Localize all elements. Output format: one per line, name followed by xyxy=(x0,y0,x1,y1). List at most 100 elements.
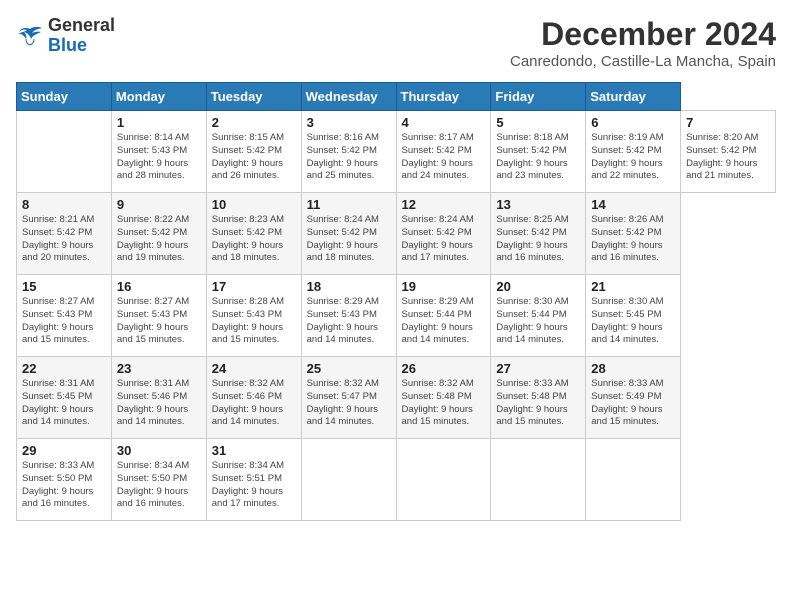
day-number: 22 xyxy=(22,361,106,376)
calendar-cell: 3 Sunrise: 8:16 AM Sunset: 5:42 PM Daylig… xyxy=(301,111,396,193)
day-number: 19 xyxy=(402,279,486,294)
cell-content: Sunrise: 8:33 AM Sunset: 5:48 PM Dayligh… xyxy=(496,378,580,429)
day-number: 27 xyxy=(496,361,580,376)
calendar-cell: 13 Sunrise: 8:25 AM Sunset: 5:42 PM Dayli… xyxy=(491,193,586,275)
calendar-cell xyxy=(396,439,491,521)
cell-content: Sunrise: 8:33 AM Sunset: 5:50 PM Dayligh… xyxy=(22,460,106,511)
day-number: 16 xyxy=(117,279,201,294)
day-number: 17 xyxy=(212,279,296,294)
calendar-cell: 17Sunrise: 8:28 AM Sunset: 5:43 PM Dayli… xyxy=(206,275,301,357)
day-number: 4 xyxy=(402,115,486,130)
day-number: 7 xyxy=(686,115,770,130)
day-number: 1 xyxy=(117,115,201,130)
calendar-cell: 31 Sunrise: 8:34 AM Sunset: 5:51 PM Dayli… xyxy=(206,439,301,521)
day-number: 31 xyxy=(212,443,296,458)
week-row-3: 15Sunrise: 8:27 AM Sunset: 5:43 PM Dayli… xyxy=(17,275,776,357)
day-number: 5 xyxy=(496,115,580,130)
calendar-cell: 10Sunrise: 8:23 AM Sunset: 5:42 PM Dayli… xyxy=(206,193,301,275)
day-header-monday: Monday xyxy=(111,83,206,111)
calendar-cell: 8 Sunrise: 8:21 AM Sunset: 5:42 PM Daylig… xyxy=(17,193,112,275)
calendar-cell: 22 Sunrise: 8:31 AM Sunset: 5:45 PM Dayli… xyxy=(17,357,112,439)
cell-content: Sunrise: 8:16 AM Sunset: 5:42 PM Dayligh… xyxy=(307,132,391,183)
calendar-body: 1Sunrise: 8:14 AM Sunset: 5:43 PM Daylig… xyxy=(17,111,776,521)
cell-content: Sunrise: 8:27 AM Sunset: 5:43 PM Dayligh… xyxy=(117,296,201,347)
cell-content: Sunrise: 8:25 AM Sunset: 5:42 PM Dayligh… xyxy=(496,214,580,265)
calendar-cell: 9Sunrise: 8:22 AM Sunset: 5:42 PM Daylig… xyxy=(111,193,206,275)
calendar-cell: 5 Sunrise: 8:18 AM Sunset: 5:42 PM Daylig… xyxy=(491,111,586,193)
day-number: 29 xyxy=(22,443,106,458)
logo: General Blue xyxy=(16,16,115,56)
cell-content: Sunrise: 8:32 AM Sunset: 5:47 PM Dayligh… xyxy=(307,378,391,429)
day-number: 24 xyxy=(212,361,296,376)
cell-content: Sunrise: 8:31 AM Sunset: 5:45 PM Dayligh… xyxy=(22,378,106,429)
calendar-cell: 24 Sunrise: 8:32 AM Sunset: 5:46 PM Dayli… xyxy=(206,357,301,439)
day-number: 8 xyxy=(22,197,106,212)
day-number: 12 xyxy=(402,197,486,212)
cell-content: Sunrise: 8:18 AM Sunset: 5:42 PM Dayligh… xyxy=(496,132,580,183)
day-number: 20 xyxy=(496,279,580,294)
calendar-cell: 1Sunrise: 8:14 AM Sunset: 5:43 PM Daylig… xyxy=(111,111,206,193)
cell-content: Sunrise: 8:19 AM Sunset: 5:42 PM Dayligh… xyxy=(591,132,675,183)
calendar-cell: 25Sunrise: 8:32 AM Sunset: 5:47 PM Dayli… xyxy=(301,357,396,439)
calendar-cell: 29 Sunrise: 8:33 AM Sunset: 5:50 PM Dayli… xyxy=(17,439,112,521)
cell-content: Sunrise: 8:29 AM Sunset: 5:44 PM Dayligh… xyxy=(402,296,486,347)
day-header-tuesday: Tuesday xyxy=(206,83,301,111)
cell-content: Sunrise: 8:20 AM Sunset: 5:42 PM Dayligh… xyxy=(686,132,770,183)
day-number: 28 xyxy=(591,361,675,376)
cell-content: Sunrise: 8:21 AM Sunset: 5:42 PM Dayligh… xyxy=(22,214,106,265)
calendar-cell: 2Sunrise: 8:15 AM Sunset: 5:42 PM Daylig… xyxy=(206,111,301,193)
calendar-cell: 27 Sunrise: 8:33 AM Sunset: 5:48 PM Dayli… xyxy=(491,357,586,439)
day-number: 30 xyxy=(117,443,201,458)
calendar-cell: 7 Sunrise: 8:20 AM Sunset: 5:42 PM Daylig… xyxy=(681,111,776,193)
calendar-cell: 21Sunrise: 8:30 AM Sunset: 5:45 PM Dayli… xyxy=(586,275,681,357)
day-number: 9 xyxy=(117,197,201,212)
calendar-cell: 4 Sunrise: 8:17 AM Sunset: 5:42 PM Daylig… xyxy=(396,111,491,193)
day-header-saturday: Saturday xyxy=(586,83,681,111)
calendar-cell: 16 Sunrise: 8:27 AM Sunset: 5:43 PM Dayli… xyxy=(111,275,206,357)
calendar-cell: 15Sunrise: 8:27 AM Sunset: 5:43 PM Dayli… xyxy=(17,275,112,357)
day-number: 11 xyxy=(307,197,391,212)
cell-content: Sunrise: 8:34 AM Sunset: 5:51 PM Dayligh… xyxy=(212,460,296,511)
location-title: Canredondo, Castille-La Mancha, Spain xyxy=(510,53,776,70)
cell-content: Sunrise: 8:34 AM Sunset: 5:50 PM Dayligh… xyxy=(117,460,201,511)
calendar-cell: 14 Sunrise: 8:26 AM Sunset: 5:42 PM Dayli… xyxy=(586,193,681,275)
day-number: 14 xyxy=(591,197,675,212)
day-number: 26 xyxy=(402,361,486,376)
calendar-cell: 28Sunrise: 8:33 AM Sunset: 5:49 PM Dayli… xyxy=(586,357,681,439)
week-row-5: 29 Sunrise: 8:33 AM Sunset: 5:50 PM Dayli… xyxy=(17,439,776,521)
cell-content: Sunrise: 8:24 AM Sunset: 5:42 PM Dayligh… xyxy=(402,214,486,265)
day-number: 21 xyxy=(591,279,675,294)
day-number: 2 xyxy=(212,115,296,130)
cell-content: Sunrise: 8:27 AM Sunset: 5:43 PM Dayligh… xyxy=(22,296,106,347)
cell-content: Sunrise: 8:31 AM Sunset: 5:46 PM Dayligh… xyxy=(117,378,201,429)
cell-content: Sunrise: 8:30 AM Sunset: 5:44 PM Dayligh… xyxy=(496,296,580,347)
calendar-cell xyxy=(491,439,586,521)
calendar-cell: 18 Sunrise: 8:29 AM Sunset: 5:43 PM Dayli… xyxy=(301,275,396,357)
calendar-cell: 26Sunrise: 8:32 AM Sunset: 5:48 PM Dayli… xyxy=(396,357,491,439)
day-number: 10 xyxy=(212,197,296,212)
day-header-friday: Friday xyxy=(491,83,586,111)
week-row-1: 1Sunrise: 8:14 AM Sunset: 5:43 PM Daylig… xyxy=(17,111,776,193)
calendar-cell: 12 Sunrise: 8:24 AM Sunset: 5:42 PM Dayli… xyxy=(396,193,491,275)
calendar-header-row: SundayMondayTuesdayWednesdayThursdayFrid… xyxy=(17,83,776,111)
calendar-cell: 6 Sunrise: 8:19 AM Sunset: 5:42 PM Daylig… xyxy=(586,111,681,193)
cell-content: Sunrise: 8:24 AM Sunset: 5:42 PM Dayligh… xyxy=(307,214,391,265)
day-number: 3 xyxy=(307,115,391,130)
calendar-cell xyxy=(17,111,112,193)
day-number: 23 xyxy=(117,361,201,376)
calendar-cell: 23 Sunrise: 8:31 AM Sunset: 5:46 PM Dayli… xyxy=(111,357,206,439)
day-number: 6 xyxy=(591,115,675,130)
cell-content: Sunrise: 8:32 AM Sunset: 5:46 PM Dayligh… xyxy=(212,378,296,429)
logo-texts: General Blue xyxy=(48,16,115,56)
day-number: 13 xyxy=(496,197,580,212)
cell-content: Sunrise: 8:29 AM Sunset: 5:43 PM Dayligh… xyxy=(307,296,391,347)
page-header: General Blue December 2024 Canredondo, C… xyxy=(16,16,776,70)
day-header-thursday: Thursday xyxy=(396,83,491,111)
calendar-cell: 20 Sunrise: 8:30 AM Sunset: 5:44 PM Dayli… xyxy=(491,275,586,357)
cell-content: Sunrise: 8:17 AM Sunset: 5:42 PM Dayligh… xyxy=(402,132,486,183)
day-number: 18 xyxy=(307,279,391,294)
cell-content: Sunrise: 8:26 AM Sunset: 5:42 PM Dayligh… xyxy=(591,214,675,265)
week-row-4: 22 Sunrise: 8:31 AM Sunset: 5:45 PM Dayli… xyxy=(17,357,776,439)
title-area: December 2024 Canredondo, Castille-La Ma… xyxy=(510,16,776,70)
month-title: December 2024 xyxy=(510,16,776,53)
